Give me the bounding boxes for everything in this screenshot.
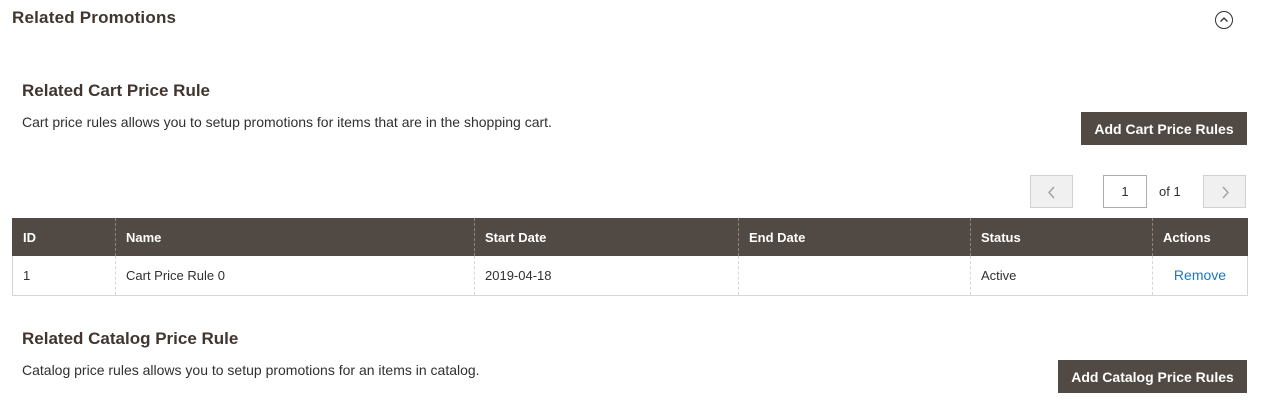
cell-status: Active bbox=[970, 256, 1153, 296]
column-header-id[interactable]: ID bbox=[12, 218, 116, 256]
collapse-up-icon[interactable] bbox=[1215, 11, 1233, 29]
cart-rules-table: ID Name Start Date End Date Status Actio… bbox=[12, 218, 1248, 296]
cell-start-date: 2019-04-18 bbox=[474, 256, 739, 296]
cell-end-date bbox=[738, 256, 971, 296]
catalog-rule-description: Catalog price rules allows you to setup … bbox=[22, 362, 480, 378]
cell-actions: Remove bbox=[1152, 256, 1248, 296]
add-cart-price-rules-button[interactable]: Add Cart Price Rules bbox=[1081, 112, 1247, 145]
column-header-actions: Actions bbox=[1152, 218, 1248, 256]
table-row[interactable]: 1 Cart Price Rule 0 2019-04-18 Active Re… bbox=[12, 256, 1248, 296]
add-catalog-price-rules-button[interactable]: Add Catalog Price Rules bbox=[1058, 360, 1247, 393]
table-header-row: ID Name Start Date End Date Status Actio… bbox=[12, 218, 1248, 256]
section-title: Related Promotions bbox=[12, 8, 177, 27]
cell-name: Cart Price Rule 0 bbox=[115, 256, 475, 296]
column-header-name[interactable]: Name bbox=[115, 218, 475, 256]
chevron-left-icon bbox=[1048, 186, 1055, 199]
remove-link[interactable]: Remove bbox=[1174, 267, 1226, 283]
cart-rule-description: Cart price rules allows you to setup pro… bbox=[22, 114, 552, 130]
column-header-end-date[interactable]: End Date bbox=[738, 218, 971, 256]
catalog-rule-title: Related Catalog Price Rule bbox=[22, 329, 239, 348]
cell-id: 1 bbox=[12, 256, 116, 296]
pager-prev-button[interactable] bbox=[1030, 175, 1073, 208]
page-count-label: of 1 bbox=[1159, 184, 1181, 199]
pager-next-button[interactable] bbox=[1203, 175, 1246, 208]
column-header-start-date[interactable]: Start Date bbox=[474, 218, 739, 256]
cart-rule-title: Related Cart Price Rule bbox=[22, 81, 211, 100]
page-number-input[interactable] bbox=[1103, 175, 1147, 208]
column-header-status[interactable]: Status bbox=[970, 218, 1153, 256]
chevron-right-icon bbox=[1222, 186, 1229, 199]
